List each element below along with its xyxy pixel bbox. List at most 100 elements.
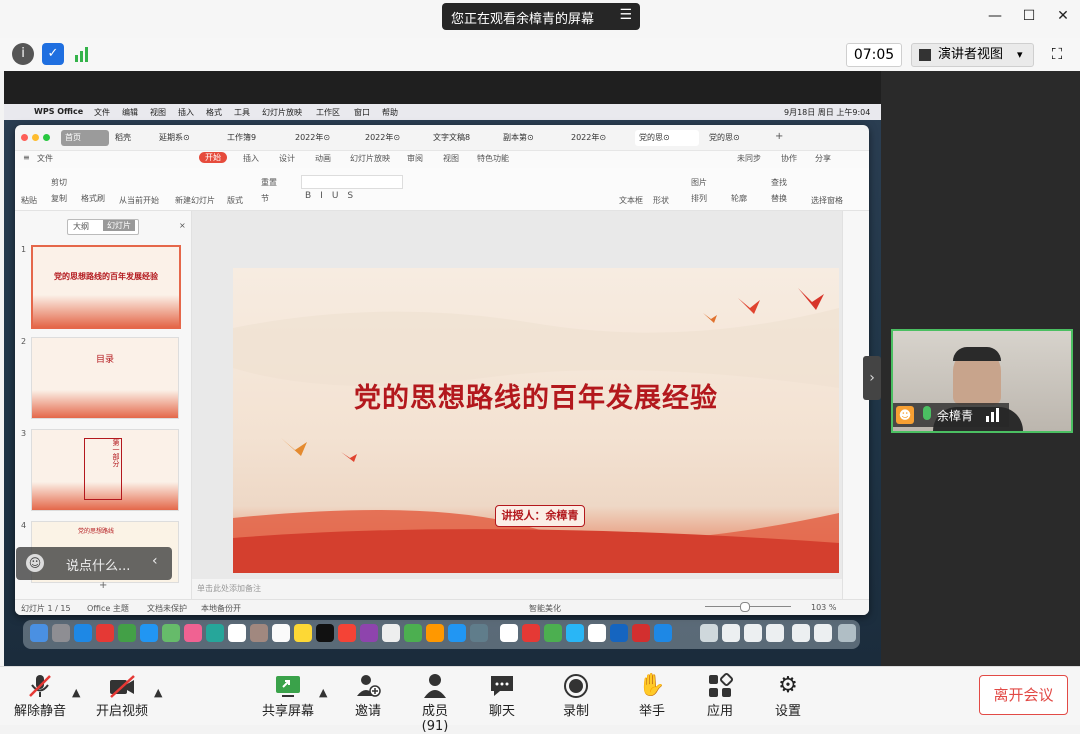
add-slide-icon[interactable]: +	[99, 580, 107, 591]
ribbon-cut[interactable]: 剪切	[51, 177, 67, 188]
menu-file[interactable]: 文件	[37, 153, 53, 164]
tab-docer[interactable]: 稻壳	[111, 130, 155, 146]
menu-insert[interactable]: 插入	[243, 153, 259, 164]
ribbon-arrange[interactable]: 排列	[691, 193, 707, 204]
menu-animation[interactable]: 动画	[315, 153, 331, 164]
tab-document[interactable]: 党的思⊙	[705, 130, 767, 146]
trash-icon[interactable]	[838, 624, 856, 642]
mac-menu-item[interactable]: 编辑	[122, 107, 138, 118]
calendar-icon[interactable]	[228, 624, 246, 642]
tab-document[interactable]: 文字文稿8	[429, 130, 495, 146]
apps-button[interactable]: 应用	[700, 672, 740, 719]
ribbon-new-slide[interactable]: 新建幻灯片	[175, 195, 215, 206]
backup-status[interactable]: 本地备份开	[201, 603, 241, 614]
facetime-icon[interactable]	[206, 624, 224, 642]
tab-document[interactable]: 副本第⊙	[499, 130, 563, 146]
viewing-banner[interactable]: 您正在观看余樟青的屏幕 ☰	[442, 3, 640, 30]
close-dot-icon[interactable]	[21, 134, 28, 141]
document-icon[interactable]	[792, 624, 810, 642]
ribbon-shape[interactable]: 形状	[653, 195, 669, 206]
contacts-icon[interactable]	[250, 624, 268, 642]
mac-menu-item[interactable]: 幻灯片放映	[262, 107, 302, 118]
ribbon-reset[interactable]: 重置	[261, 177, 277, 188]
shield-icon[interactable]: ✓	[42, 43, 64, 65]
photos-icon[interactable]	[184, 624, 202, 642]
invite-button[interactable]: 邀请	[348, 672, 388, 719]
ribbon-paste[interactable]: 粘贴	[21, 195, 37, 206]
chevron-up-icon[interactable]: ▲	[154, 686, 162, 699]
doc-protect-status[interactable]: 文档未保护	[147, 603, 187, 614]
mac-menu-item[interactable]: 插入	[178, 107, 194, 118]
raise-hand-button[interactable]: ✋ 举手	[632, 672, 672, 719]
mac-menu-item[interactable]: 帮助	[382, 107, 398, 118]
mac-menu-item[interactable]: 格式	[206, 107, 222, 118]
slide-title[interactable]: 党的思想路线的百年发展经验	[233, 376, 839, 415]
main-slide[interactable]: 党的思想路线的百年发展经验 讲授人：余樟青	[233, 268, 839, 573]
collaborate-button[interactable]: 协作	[781, 153, 797, 164]
slide-thumbnail[interactable]: 目录	[31, 337, 179, 419]
tv-icon[interactable]	[316, 624, 334, 642]
mac-menu-item[interactable]: 工具	[234, 107, 250, 118]
document-icon[interactable]	[766, 624, 784, 642]
settings-button[interactable]: ⚙ 设置	[768, 672, 808, 719]
document-icon[interactable]	[744, 624, 762, 642]
unmute-button[interactable]: 解除静音	[14, 672, 66, 719]
ribbon-outline[interactable]: 轮廓	[731, 193, 747, 204]
record-button[interactable]: 录制	[556, 672, 596, 719]
podcasts-icon[interactable]	[360, 624, 378, 642]
wps-icon[interactable]	[522, 624, 540, 642]
minimize-dot-icon[interactable]	[32, 134, 39, 141]
tab-slides[interactable]: 幻灯片	[103, 220, 135, 231]
pages-icon[interactable]	[426, 624, 444, 642]
keynote-icon[interactable]	[382, 624, 400, 642]
leave-meeting-button[interactable]: 离开会议	[979, 675, 1068, 715]
font-style-buttons[interactable]: BIUS	[305, 191, 362, 201]
numbers-icon[interactable]	[404, 624, 422, 642]
menu-view[interactable]: 视图	[443, 153, 459, 164]
wechat-work-icon[interactable]	[500, 624, 518, 642]
mac-menu-item[interactable]: 视图	[150, 107, 166, 118]
maps-icon[interactable]	[162, 624, 180, 642]
menu-start[interactable]: 开始	[199, 152, 227, 163]
fullscreen-icon[interactable]: ⛶	[1045, 43, 1069, 65]
browser-icon[interactable]	[566, 624, 584, 642]
folder-icon[interactable]	[700, 624, 718, 642]
mac-menu-item[interactable]: 窗口	[354, 107, 370, 118]
ribbon-find[interactable]: 查找	[771, 177, 787, 188]
chevron-left-icon[interactable]: ‹	[152, 553, 158, 569]
slide-presenter[interactable]: 讲授人：余樟青	[495, 505, 585, 527]
notes-hint[interactable]: 单击此处添加备注	[197, 583, 261, 594]
reminders-icon[interactable]	[272, 624, 290, 642]
members-button[interactable]: 成员(91)	[410, 672, 460, 734]
chevron-right-icon[interactable]: ›	[863, 356, 881, 400]
close-button[interactable]: ✕	[1052, 8, 1074, 30]
chat-input[interactable]: ☺ 说点什么... ‹	[16, 547, 172, 580]
document-icon[interactable]	[722, 624, 740, 642]
system-prefs-icon[interactable]	[470, 624, 488, 642]
list-icon[interactable]: ☰	[619, 7, 632, 23]
ribbon-picture[interactable]: 图片	[691, 177, 707, 188]
close-panel-icon[interactable]: ×	[179, 221, 186, 230]
signal-icon[interactable]	[73, 45, 93, 63]
mac-menu-item[interactable]: 工作区	[316, 107, 340, 118]
mail-icon[interactable]	[140, 624, 158, 642]
tab-outline[interactable]: 大纲	[73, 221, 89, 232]
messages-icon[interactable]	[118, 624, 136, 642]
menu-review[interactable]: 审阅	[407, 153, 423, 164]
ribbon-copy[interactable]: 复制	[51, 193, 67, 204]
view-mode-dropdown[interactable]: 演讲者视图 ▾	[911, 43, 1034, 67]
ribbon-textbox[interactable]: 文本框	[619, 195, 643, 206]
sync-status[interactable]: 未同步	[737, 153, 761, 164]
ribbon-section[interactable]: 节	[261, 193, 269, 204]
ribbon-layout[interactable]: 版式	[227, 195, 243, 206]
new-tab-icon[interactable]: +	[775, 131, 783, 142]
hamburger-icon[interactable]: ≡	[23, 153, 30, 162]
share-button[interactable]: 分享	[815, 153, 831, 164]
tab-document[interactable]: 工作簿9	[223, 130, 287, 146]
finder-icon[interactable]	[30, 624, 48, 642]
minimize-button[interactable]: —	[984, 8, 1006, 30]
app-store-icon[interactable]	[448, 624, 466, 642]
tab-document[interactable]: 2022年⊙	[361, 130, 425, 146]
ribbon-selection-pane[interactable]: 选择窗格	[811, 195, 843, 206]
tab-document[interactable]: 延期系⊙	[155, 130, 219, 146]
